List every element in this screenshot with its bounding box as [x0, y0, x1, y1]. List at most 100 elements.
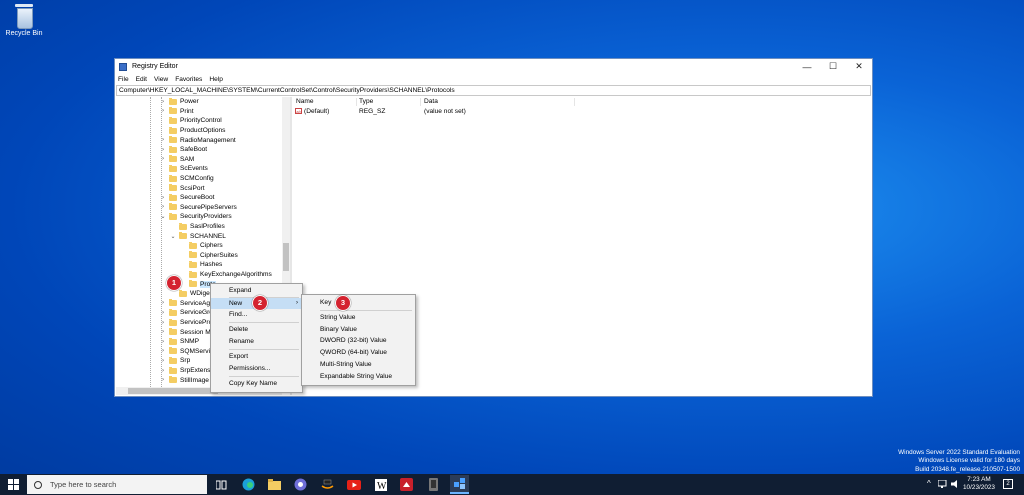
- youtube-icon[interactable]: [346, 477, 361, 492]
- maximize-button[interactable]: ☐: [820, 59, 846, 74]
- menu-item-rename[interactable]: Rename: [211, 336, 302, 347]
- tree-item[interactable]: SaslProfiles: [170, 222, 225, 232]
- submenu-item-multi-string-value[interactable]: Multi-String Value: [302, 359, 415, 370]
- tree-item[interactable]: PriorityControl: [160, 116, 222, 126]
- menu-item-export[interactable]: Export: [211, 351, 302, 362]
- chevron-icon[interactable]: ›: [160, 99, 166, 105]
- submenu-item-expandable-string-value[interactable]: Expandable String Value: [302, 371, 415, 382]
- edge-icon[interactable]: [241, 477, 256, 492]
- chevron-icon[interactable]: ›: [160, 368, 166, 374]
- submenu-item-qword-value[interactable]: QWORD (64-bit) Value: [302, 347, 415, 358]
- tree-item-label: SaslProfiles: [190, 223, 225, 231]
- menu-item-delete[interactable]: Delete: [211, 324, 302, 335]
- red-app-icon[interactable]: [399, 477, 414, 492]
- column-header-name[interactable]: Name: [296, 98, 314, 105]
- submenu-item-dword-value[interactable]: DWORD (32-bit) Value: [302, 335, 415, 346]
- chevron-icon[interactable]: ⌄: [160, 213, 166, 220]
- submenu-arrow-icon: ›: [296, 300, 298, 306]
- value-row-default[interactable]: ab (Default) REG_SZ (value not set): [292, 107, 871, 117]
- tree-item[interactable]: ScEvents: [160, 164, 208, 174]
- start-button[interactable]: [8, 479, 19, 490]
- tree-scroll-thumb[interactable]: [283, 243, 289, 271]
- submenu-item-string-value[interactable]: String Value: [302, 312, 415, 323]
- menu-item-expand[interactable]: Expand: [211, 285, 302, 296]
- device-icon[interactable]: [426, 477, 441, 492]
- tree-item[interactable]: › SAM: [160, 155, 194, 165]
- tree-item[interactable]: ProductOptions: [160, 126, 225, 136]
- chevron-icon[interactable]: ›: [160, 204, 166, 210]
- taskbar-clock[interactable]: 7:23 AM 10/23/2023: [961, 476, 997, 492]
- menu-favorites[interactable]: Favorites: [175, 76, 202, 83]
- tree-item[interactable]: › Srp: [160, 356, 190, 366]
- tree-item[interactable]: ScsiPort: [160, 183, 205, 193]
- menu-edit[interactable]: Edit: [136, 76, 147, 83]
- title-bar[interactable]: Registry Editor — ☐ ✕: [115, 59, 872, 74]
- tree-item[interactable]: › StillImage: [160, 375, 209, 385]
- tree-item[interactable]: › ServiceProv: [160, 318, 216, 328]
- chevron-icon[interactable]: ›: [160, 137, 166, 143]
- chevron-icon[interactable]: ›: [160, 358, 166, 364]
- column-header-type[interactable]: Type: [359, 98, 373, 105]
- tree-item[interactable]: › SecurePipeServers: [160, 203, 237, 213]
- menu-item-find[interactable]: Find...: [211, 309, 302, 320]
- tree-item[interactable]: › ServiceAgg: [160, 299, 214, 309]
- chevron-icon[interactable]: ›: [160, 339, 166, 345]
- task-view-icon[interactable]: [214, 477, 229, 492]
- tree-item[interactable]: › Print: [160, 107, 194, 117]
- media-app-icon[interactable]: [293, 477, 308, 492]
- tree-item[interactable]: ⌄ SCHANNEL: [170, 231, 226, 241]
- tree-hscroll-thumb[interactable]: [128, 388, 218, 394]
- chevron-icon[interactable]: ›: [160, 147, 166, 153]
- menu-help[interactable]: Help: [209, 76, 223, 83]
- tray-chevron-icon[interactable]: ^: [927, 479, 931, 488]
- folder-icon: [169, 318, 177, 326]
- close-button[interactable]: ✕: [846, 59, 872, 74]
- chevron-icon[interactable]: ›: [160, 195, 166, 201]
- chevron-icon[interactable]: ›: [160, 348, 166, 354]
- tree-item[interactable]: ⌄ SecurityProviders: [160, 212, 232, 222]
- tree-item[interactable]: › ServiceGro: [160, 308, 213, 318]
- chevron-icon[interactable]: ›: [160, 300, 166, 306]
- tree-item[interactable]: Hashes: [180, 260, 222, 270]
- chevron-icon[interactable]: ›: [160, 310, 166, 316]
- column-header-data[interactable]: Data: [424, 98, 438, 105]
- tree-item[interactable]: KeyExchangeAlgorithms: [180, 270, 272, 280]
- recycle-bin[interactable]: Recycle Bin: [4, 4, 44, 37]
- tree-item[interactable]: › SafeBoot: [160, 145, 207, 155]
- tree-item[interactable]: SCMConfig: [160, 174, 214, 184]
- chevron-icon[interactable]: ›: [160, 329, 166, 335]
- step-badge-2: 2: [252, 295, 268, 311]
- tree-item[interactable]: › SQMServic: [160, 347, 213, 357]
- amazon-icon[interactable]: [320, 477, 335, 492]
- tree-item[interactable]: Ciphers: [180, 241, 223, 251]
- menu-file[interactable]: File: [118, 76, 129, 83]
- chevron-icon[interactable]: ›: [160, 320, 166, 326]
- tree-item[interactable]: › Session Ma: [160, 327, 214, 337]
- volume-icon[interactable]: [951, 480, 961, 490]
- network-icon[interactable]: [937, 479, 948, 490]
- folder-icon: [169, 155, 177, 163]
- tree-item[interactable]: › SecureBoot: [160, 193, 214, 203]
- submenu-item-key[interactable]: Key: [302, 297, 415, 308]
- tree-item[interactable]: › Power: [160, 97, 199, 107]
- chevron-icon[interactable]: ⌄: [170, 233, 176, 240]
- taskbar-search-box[interactable]: Type here to search: [27, 475, 207, 494]
- menu-view[interactable]: View: [154, 76, 168, 83]
- menu-item-copy-key-name[interactable]: Copy Key Name: [211, 378, 302, 389]
- minimize-button[interactable]: —: [794, 59, 820, 74]
- wikipedia-icon[interactable]: W: [373, 477, 388, 492]
- menu-item-permissions[interactable]: Permissions...: [211, 363, 302, 374]
- regedit-taskbar-icon[interactable]: [450, 475, 469, 494]
- tree-item[interactable]: › SNMP: [160, 337, 199, 347]
- tree-item[interactable]: CipherSuites: [180, 251, 238, 261]
- notification-center-icon[interactable]: 2: [1003, 479, 1013, 489]
- chevron-icon[interactable]: ›: [160, 108, 166, 114]
- file-explorer-icon[interactable]: [267, 477, 282, 492]
- tree-item[interactable]: › SrpExtensio: [160, 366, 216, 376]
- address-bar[interactable]: Computer\HKEY_LOCAL_MACHINE\SYSTEM\Curre…: [116, 85, 871, 96]
- chevron-icon[interactable]: ›: [160, 156, 166, 162]
- folder-icon: [169, 164, 177, 172]
- chevron-icon[interactable]: ›: [160, 377, 166, 383]
- tree-item[interactable]: › RadioManagement: [160, 135, 236, 145]
- submenu-item-binary-value[interactable]: Binary Value: [302, 324, 415, 335]
